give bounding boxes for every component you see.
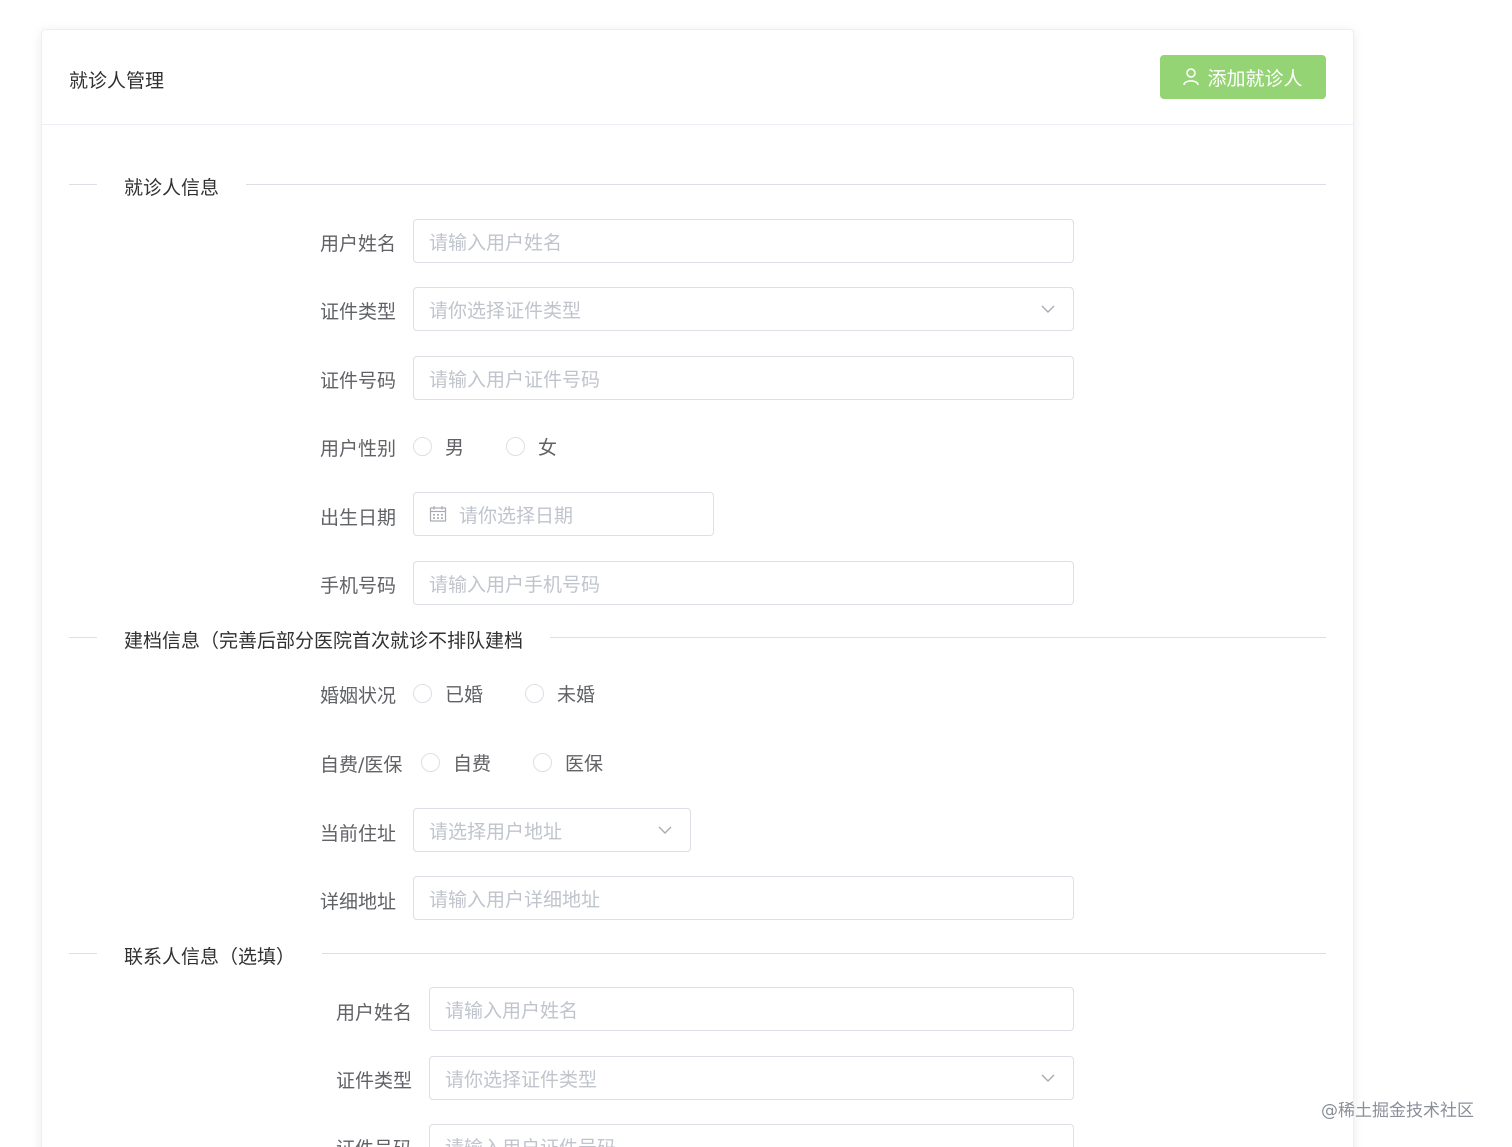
gender-female-radio[interactable]: 女 xyxy=(506,433,557,460)
divider-line xyxy=(69,184,1326,185)
add-patient-label: 添加就诊人 xyxy=(1207,67,1303,90)
cert-type-placeholder: 请你选择证件类型 xyxy=(429,299,582,322)
card-header: 就诊人管理 添加就诊人 xyxy=(42,30,1353,125)
address-select[interactable]: 请选择用户地址 xyxy=(413,808,691,852)
gender-radio-group: 男 女 xyxy=(413,431,599,461)
marital-married-radio[interactable]: 已婚 xyxy=(413,680,483,707)
payment-self-radio[interactable]: 自费 xyxy=(421,749,491,776)
patient-cert-type-select[interactable]: 请你选择证件类型 xyxy=(413,287,1074,331)
marital-label: 婚姻状况 xyxy=(320,685,397,707)
patient-cert-no-label: 证件号码 xyxy=(320,370,397,392)
patient-gender-label: 用户性别 xyxy=(320,438,397,460)
user-icon xyxy=(1183,68,1200,86)
payment-label: 自费/医保 xyxy=(320,754,403,776)
patient-name-input[interactable]: 请输入用户姓名 xyxy=(413,219,1074,263)
contact-cert-no-label: 证件号码 xyxy=(336,1134,412,1147)
watermark: @稀土掘金技术社区 xyxy=(1321,1101,1474,1121)
patient-birth-date-picker[interactable]: 请你选择日期 xyxy=(413,492,714,536)
patient-cert-type-label: 证件类型 xyxy=(320,301,397,323)
radio-label: 女 xyxy=(538,436,558,459)
calendar-icon xyxy=(429,506,447,522)
marital-single-radio[interactable]: 未婚 xyxy=(525,680,595,707)
cert-type-placeholder: 请你选择证件类型 xyxy=(445,1068,598,1091)
radio-circle xyxy=(421,752,440,772)
detail-address-label: 详细地址 xyxy=(320,891,397,913)
contact-name-label: 用户姓名 xyxy=(336,1002,413,1024)
payment-radio-group: 自费 医保 xyxy=(421,747,645,777)
section-title-patient: 就诊人信息 xyxy=(97,173,247,200)
radio-circle xyxy=(533,752,553,772)
section-title-contact: 联系人信息（选填） xyxy=(97,942,323,969)
chevron-down-icon xyxy=(1041,1074,1055,1082)
page-title: 就诊人管理 xyxy=(69,70,165,92)
contact-cert-no-input[interactable]: 请输入用户证件号码 xyxy=(429,1124,1074,1147)
patient-cert-no-input[interactable]: 请输入用户证件号码 xyxy=(413,356,1074,400)
contact-cert-type-select[interactable]: 请你选择证件类型 xyxy=(429,1056,1074,1100)
radio-label: 男 xyxy=(445,436,465,459)
marital-radio-group: 已婚 未婚 xyxy=(413,678,637,708)
detail-address-input[interactable]: 请输入用户详细地址 xyxy=(413,876,1074,920)
radio-circle xyxy=(506,436,526,456)
contact-name-input[interactable]: 请输入用户姓名 xyxy=(429,987,1074,1031)
radio-label: 自费 xyxy=(453,752,492,775)
chevron-down-icon xyxy=(1041,305,1055,313)
radio-label: 已婚 xyxy=(445,683,484,706)
patient-name-label: 用户姓名 xyxy=(320,233,397,255)
address-label: 当前住址 xyxy=(320,823,397,845)
radio-label: 医保 xyxy=(565,752,604,775)
contact-cert-type-label: 证件类型 xyxy=(336,1070,413,1092)
patient-phone-input[interactable]: 请输入用户手机号码 xyxy=(413,561,1074,605)
gender-male-radio[interactable]: 男 xyxy=(413,433,464,460)
section-title-archive: 建档信息（完善后部分医院首次就诊不排队建档 xyxy=(97,626,551,653)
radio-circle xyxy=(413,683,432,703)
birth-placeholder: 请你选择日期 xyxy=(459,504,574,527)
address-placeholder: 请选择用户地址 xyxy=(429,820,563,843)
chevron-down-icon xyxy=(658,826,672,834)
add-patient-button[interactable]: 添加就诊人 xyxy=(1160,55,1326,99)
patient-phone-label: 手机号码 xyxy=(320,575,397,597)
payment-insurance-radio[interactable]: 医保 xyxy=(533,749,603,776)
radio-circle xyxy=(413,436,432,456)
radio-circle xyxy=(525,683,545,703)
radio-label: 未婚 xyxy=(557,683,596,706)
patient-birth-label: 出生日期 xyxy=(320,507,397,529)
